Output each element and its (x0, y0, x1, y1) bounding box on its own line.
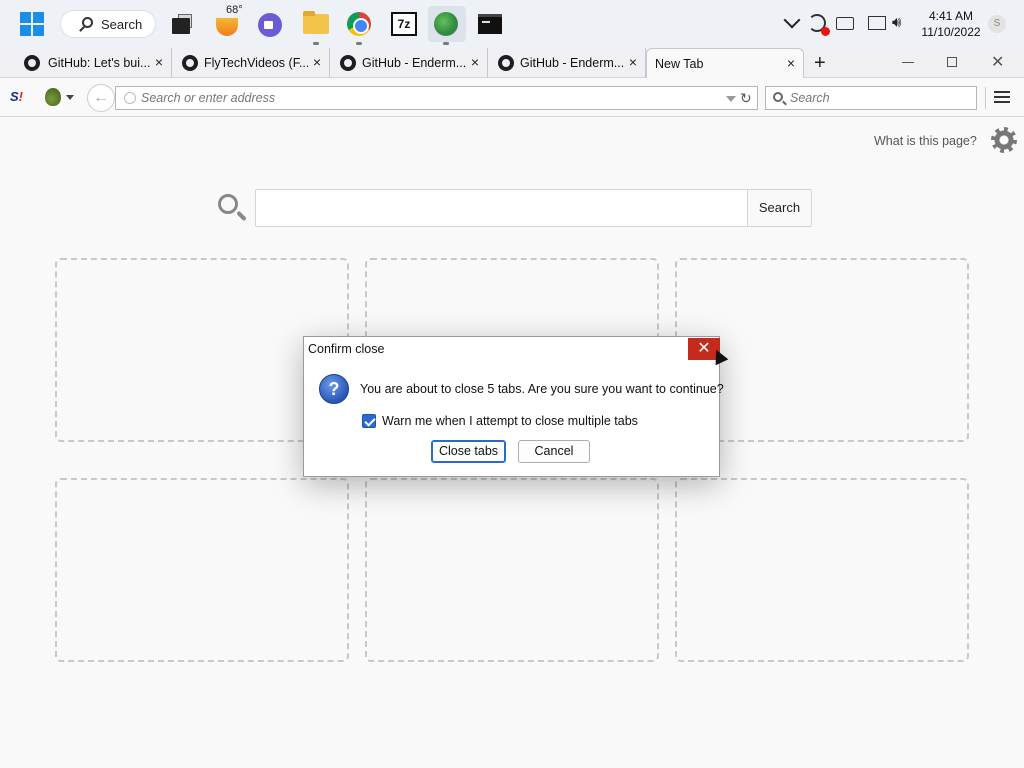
clock-time: 4:41 AM (928, 9, 974, 23)
onion-extension-icon[interactable] (45, 88, 61, 106)
tab-title: GitHub: Let's bui... (48, 56, 151, 70)
cancel-button[interactable]: Cancel (518, 440, 590, 463)
url-placeholder: Search or enter address (141, 91, 276, 105)
dropdown-arrow-icon[interactable] (726, 96, 736, 102)
reload-button[interactable]: ↻ (740, 87, 752, 109)
navigation-bar: S! ← Search or enter address ↻ Search (0, 79, 1024, 117)
tab-title: GitHub - Enderm... (362, 56, 466, 70)
github-icon (24, 55, 40, 71)
monitor-icon[interactable] (868, 16, 886, 30)
tab-strip: GitHub: Let's bui... × FlyTechVideos (F.… (0, 48, 1024, 78)
confirm-close-dialog: Confirm close ✕ ? You are about to close… (303, 336, 724, 477)
tab-flytechvideos[interactable]: FlyTechVideos (F... × (172, 48, 330, 78)
taskbar-search-button[interactable]: Search (60, 10, 156, 38)
clock-date: 11/10/2022 (921, 25, 981, 39)
chevron-down-icon[interactable] (66, 95, 74, 100)
toolbar-divider (985, 87, 986, 109)
page-search-input[interactable] (255, 189, 748, 227)
tab-close-button[interactable]: × (787, 55, 795, 71)
sync-icon[interactable] (808, 14, 830, 36)
windows-start-icon[interactable] (20, 12, 44, 36)
meet-icon[interactable] (256, 10, 284, 38)
chrome-icon[interactable] (345, 10, 373, 45)
github-icon (340, 55, 356, 71)
tab-title: New Tab (655, 57, 704, 71)
extension-s-icon[interactable]: S! (10, 89, 23, 104)
file-explorer-icon[interactable] (302, 10, 330, 45)
tile[interactable] (55, 478, 349, 662)
warn-checkbox[interactable] (362, 414, 376, 428)
globe-browser-icon[interactable] (428, 6, 466, 45)
weather-icon[interactable]: 68° (214, 4, 243, 38)
taskbar-search-label: Search (101, 16, 143, 32)
terminal-icon[interactable] (476, 10, 504, 38)
tile[interactable] (365, 478, 659, 662)
maximize-button[interactable] (947, 57, 957, 67)
window-close-button[interactable]: ✕ (991, 52, 1004, 72)
tab-new-tab[interactable]: New Tab × (646, 48, 804, 78)
clock[interactable]: 4:41 AM 11/10/2022 (918, 8, 984, 40)
gear-icon[interactable] (991, 127, 1017, 153)
tab-close-button[interactable]: × (155, 54, 163, 70)
tab-close-button[interactable]: × (313, 54, 321, 70)
task-view-icon[interactable] (168, 10, 196, 38)
tab-title: FlyTechVideos (F... (204, 56, 308, 70)
search-placeholder: Search (790, 91, 830, 105)
dialog-message: You are about to close 5 tabs. Are you s… (360, 382, 724, 396)
tab-github-enderman-1[interactable]: GitHub - Enderm... × (330, 48, 488, 78)
menu-icon[interactable] (994, 91, 1010, 103)
tab-github-lets-build[interactable]: GitHub: Let's bui... × (14, 48, 172, 78)
tab-close-button[interactable]: × (471, 54, 479, 70)
dialog-title: Confirm close (308, 342, 385, 356)
chevron-down-icon[interactable] (783, 11, 801, 29)
tile[interactable] (675, 478, 969, 662)
tab-github-enderman-2[interactable]: GitHub - Enderm... × (488, 48, 646, 78)
github-icon (498, 55, 514, 71)
new-tab-button[interactable]: + (814, 53, 826, 73)
tab-title: GitHub - Enderm... (520, 56, 624, 70)
search-icon (773, 92, 783, 102)
minimize-button[interactable] (902, 62, 914, 63)
search-bar[interactable]: Search (765, 86, 977, 110)
search-icon (82, 17, 93, 28)
search-icon (218, 194, 238, 214)
tab-close-button[interactable]: × (629, 54, 637, 70)
volume-icon[interactable]: 🔊︎ (892, 15, 910, 31)
warn-checkbox-label[interactable]: Warn me when I attempt to close multiple… (382, 414, 638, 428)
user-avatar[interactable]: S (988, 15, 1006, 33)
globe-icon (124, 92, 136, 104)
question-icon: ? (319, 374, 349, 404)
url-bar[interactable]: Search or enter address ↻ (115, 86, 758, 110)
what-is-this-page-link[interactable]: What is this page? (874, 134, 977, 148)
close-tabs-button[interactable]: Close tabs (431, 440, 506, 463)
page-search-button[interactable]: Search (747, 189, 812, 227)
back-button[interactable]: ← (87, 84, 115, 112)
github-icon (182, 55, 198, 71)
taskbar: Search 68° 7z 🔊︎ 4:41 AM 11/10/2022 S (0, 0, 1024, 48)
keyboard-icon[interactable] (836, 17, 854, 30)
weather-temp: 68° (226, 4, 243, 16)
7zip-icon[interactable]: 7z (390, 10, 418, 38)
